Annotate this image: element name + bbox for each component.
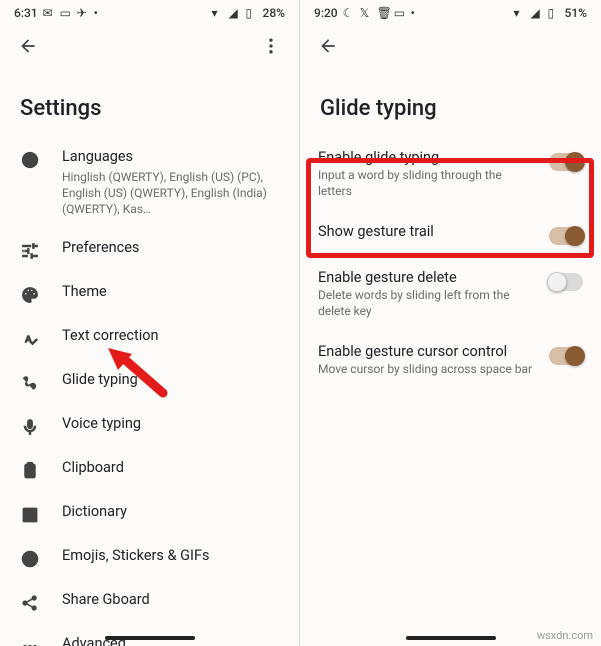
moon-icon: ☾ bbox=[343, 7, 355, 19]
settings-item-text-correction[interactable]: Text correction bbox=[0, 316, 299, 360]
overflow-menu-button[interactable] bbox=[257, 32, 285, 60]
tune-icon bbox=[20, 241, 40, 261]
globe-icon bbox=[20, 150, 40, 170]
status-bar: 6:31 ✉ ▭ ✈ • ▾ ◢ ▯ 28% bbox=[0, 0, 299, 22]
spellcheck-icon bbox=[20, 329, 40, 349]
dot-icon: • bbox=[411, 7, 423, 19]
status-battery: 51% bbox=[565, 6, 587, 20]
status-time: 9:20 bbox=[314, 6, 338, 20]
back-button[interactable] bbox=[314, 32, 342, 60]
emoji-icon bbox=[20, 549, 40, 569]
status-battery: 28% bbox=[263, 6, 285, 20]
location-icon: ✈ bbox=[77, 7, 89, 19]
battery-icon: ▯ bbox=[246, 7, 258, 19]
arrow-back-icon bbox=[18, 36, 38, 56]
row-title: Clipboard bbox=[62, 459, 279, 478]
settings-pane: 6:31 ✉ ▭ ✈ • ▾ ◢ ▯ 28% Settings bbox=[0, 0, 300, 646]
row-title: Dictionary bbox=[62, 503, 279, 522]
settings-item-share[interactable]: Share Gboard bbox=[0, 580, 299, 624]
settings-item-preferences[interactable]: Preferences bbox=[0, 228, 299, 272]
app-bar bbox=[0, 22, 299, 68]
switch[interactable] bbox=[549, 273, 583, 291]
settings-item-voice-typing[interactable]: Voice typing bbox=[0, 404, 299, 448]
toggle-show-gesture-trail[interactable]: Show gesture trail bbox=[300, 211, 601, 257]
signal-icon: ◢ bbox=[531, 7, 543, 19]
row-title: Enable glide typing bbox=[318, 149, 537, 166]
settings-item-emojis[interactable]: Emojis, Stickers & GIFs bbox=[0, 536, 299, 580]
row-title: Emojis, Stickers & GIFs bbox=[62, 547, 279, 566]
row-title: Preferences bbox=[62, 239, 279, 258]
glide-typing-pane: 9:20 ☾ 𝕏 🗑 ▭ • ▾ ◢ ▯ 51% Glide typing bbox=[300, 0, 601, 646]
row-title: Voice typing bbox=[62, 415, 279, 434]
row-title: Share Gboard bbox=[62, 591, 279, 610]
row-subtitle: Hinglish (QWERTY), English (US) (PC), En… bbox=[62, 169, 279, 218]
clipboard-icon bbox=[20, 461, 40, 481]
gesture-icon bbox=[20, 373, 40, 393]
row-title: Text correction bbox=[62, 327, 279, 346]
toggle-enable-gesture-delete[interactable]: Enable gesture delete Delete words by sl… bbox=[300, 257, 601, 331]
more-vert-icon bbox=[261, 36, 281, 56]
battery-icon: ▯ bbox=[548, 7, 560, 19]
share-icon bbox=[20, 593, 40, 613]
switch[interactable] bbox=[549, 347, 583, 365]
page-title: Settings bbox=[0, 68, 299, 137]
row-title: Show gesture trail bbox=[318, 223, 537, 240]
book-icon bbox=[20, 505, 40, 525]
switch[interactable] bbox=[549, 153, 583, 171]
settings-item-dictionary[interactable]: Dictionary bbox=[0, 492, 299, 536]
back-button[interactable] bbox=[14, 32, 42, 60]
row-title: Languages bbox=[62, 148, 279, 167]
watermark: wsxdn.com bbox=[537, 629, 593, 642]
dot-icon: • bbox=[94, 7, 106, 19]
status-time: 6:31 bbox=[14, 6, 38, 20]
arrow-back-icon bbox=[318, 36, 338, 56]
mic-icon bbox=[20, 417, 40, 437]
row-title: Enable gesture cursor control bbox=[318, 343, 537, 360]
settings-item-theme[interactable]: Theme bbox=[0, 272, 299, 316]
twitter-icon: 𝕏 bbox=[360, 7, 372, 19]
settings-item-languages[interactable]: Languages Hinglish (QWERTY), English (US… bbox=[0, 137, 299, 228]
switch[interactable] bbox=[549, 227, 583, 245]
settings-item-glide-typing[interactable]: Glide typing bbox=[0, 360, 299, 404]
more-horiz-icon bbox=[20, 637, 40, 646]
trash-icon: 🗑 bbox=[377, 7, 389, 19]
row-title: Theme bbox=[62, 283, 279, 302]
nav-pill[interactable] bbox=[406, 636, 496, 640]
folder-icon: ▭ bbox=[394, 7, 406, 19]
row-title: Enable gesture delete bbox=[318, 269, 537, 286]
palette-icon bbox=[20, 285, 40, 305]
calendar-icon: ▭ bbox=[60, 7, 72, 19]
row-subtitle: Delete words by sliding left from the de… bbox=[318, 288, 537, 319]
message-icon: ✉ bbox=[43, 7, 55, 19]
nav-pill[interactable] bbox=[105, 636, 195, 640]
status-bar: 9:20 ☾ 𝕏 🗑 ▭ • ▾ ◢ ▯ 51% bbox=[300, 0, 601, 22]
app-bar bbox=[300, 22, 601, 68]
toggle-enable-gesture-cursor[interactable]: Enable gesture cursor control Move curso… bbox=[300, 331, 601, 390]
row-subtitle: Input a word by sliding through the lett… bbox=[318, 168, 537, 199]
signal-icon: ◢ bbox=[229, 7, 241, 19]
wifi-icon: ▾ bbox=[514, 7, 526, 19]
wifi-icon: ▾ bbox=[212, 7, 224, 19]
toggle-enable-glide-typing[interactable]: Enable glide typing Input a word by slid… bbox=[300, 137, 601, 211]
row-subtitle: Move cursor by sliding across space bar bbox=[318, 362, 537, 378]
row-title: Glide typing bbox=[62, 371, 279, 390]
settings-item-clipboard[interactable]: Clipboard bbox=[0, 448, 299, 492]
page-title: Glide typing bbox=[300, 68, 601, 137]
